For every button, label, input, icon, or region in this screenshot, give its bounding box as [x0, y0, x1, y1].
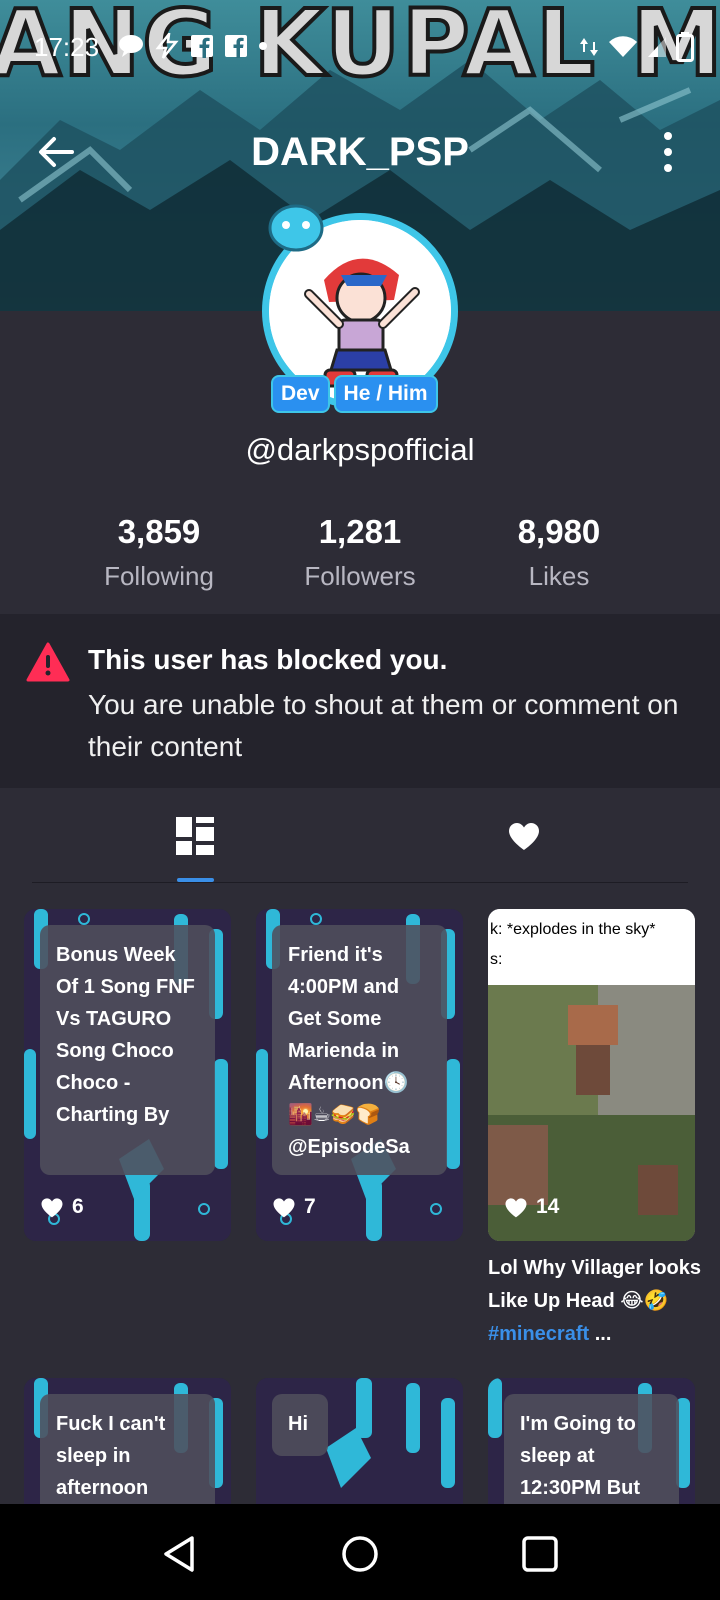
arrows-icon [580, 38, 598, 56]
warning-icon [26, 642, 70, 682]
heart-icon [505, 1197, 527, 1217]
dev-badge: Dev [271, 375, 330, 413]
post-card[interactable]: I'm Going to sleep at 12:30PM But [488, 1378, 695, 1504]
profile-badges: Dev He / Him [271, 375, 438, 413]
system-icons [578, 32, 694, 62]
post-caption: Friend it's 4:00PM and Get Some Marienda… [272, 925, 447, 1175]
post-title-text: Lol Why Villager looks Like Up Head 😂🤣 [488, 1257, 702, 1312]
post-caption: Fuck I can't sleep in afternoon [40, 1394, 215, 1504]
system-nav-bar [0, 1504, 720, 1600]
facebook-icon [225, 35, 247, 58]
bolt-icon [155, 33, 179, 59]
post-card[interactable]: Bonus Week Of 1 Song FNF Vs TAGURO Song … [24, 909, 231, 1241]
stat-following[interactable]: 3,859 Following [59, 513, 259, 592]
more-options-icon[interactable] [660, 132, 676, 172]
likes-count: 6 [72, 1195, 84, 1218]
post-likes: 7 [272, 1195, 316, 1219]
post-title[interactable]: Lol Why Villager looks Like Up Head 😂🤣 #… [488, 1252, 703, 1351]
gamepad-badge-icon [268, 204, 324, 252]
post-card[interactable]: Friend it's 4:00PM and Get Some Marienda… [256, 909, 463, 1241]
post-caption: Hi [272, 1394, 328, 1456]
heart-icon [273, 1197, 295, 1217]
blocked-notice: This user has blocked you. You are unabl… [0, 614, 720, 788]
heart-icon [41, 1197, 63, 1217]
post-likes: 6 [40, 1195, 84, 1219]
stat-label: Followers [304, 561, 416, 591]
likes-count: 14 [536, 1195, 560, 1218]
heart-icon [509, 823, 539, 850]
back-triangle-icon[interactable] [160, 1534, 200, 1574]
meme-line: s: [490, 951, 503, 968]
stat-label: Following [104, 561, 214, 591]
notice-body: You are unable to shout at them or comme… [88, 689, 679, 762]
post-card[interactable]: Hi [256, 1378, 463, 1504]
stat-value: 1,281 [318, 513, 402, 550]
notice-title: This user has blocked you. [88, 644, 448, 675]
stat-value: 8,980 [517, 513, 601, 550]
dot-icon [259, 42, 267, 50]
stat-followers[interactable]: 1,281 Followers [260, 513, 460, 592]
status-bar: 17:23 [0, 0, 720, 96]
content-tabs [0, 788, 720, 884]
stat-likes[interactable]: 8,980 Likes [459, 513, 659, 592]
post-likes: 14 [504, 1195, 559, 1219]
tab-posts[interactable] [145, 788, 245, 884]
facebook-icon [191, 35, 213, 58]
hashtag-link[interactable]: #minecraft [488, 1323, 589, 1345]
tab-divider [32, 882, 688, 883]
stat-value: 3,859 [117, 513, 201, 550]
signal-icon [648, 37, 666, 57]
meme-line: k: *explodes in the sky* [490, 921, 656, 938]
post-caption: Bonus Week Of 1 Song FNF Vs TAGURO Song … [40, 925, 215, 1175]
username-handle: @darkpspofficial [245, 432, 475, 467]
battery-icon [676, 32, 694, 62]
likes-count: 7 [304, 1195, 316, 1218]
status-time: 17:23 [34, 32, 100, 62]
profile-screen: ANG KUPAL MO 17:23 DARK_PSP [0, 0, 720, 1600]
notification-icons [118, 33, 268, 59]
post-card[interactable]: Fuck I can't sleep in afternoon [24, 1378, 231, 1504]
wifi-icon [609, 36, 637, 57]
post-card[interactable]: k: *explodes in the sky* s: 14 [488, 909, 695, 1241]
tab-likes[interactable] [474, 788, 574, 884]
chat-bubble-icon [119, 35, 143, 57]
page-title: DARK_PSP [251, 130, 469, 174]
meme-caption: k: *explodes in the sky* s: [488, 909, 695, 985]
ellipsis: ... [589, 1323, 612, 1345]
post-caption: I'm Going to sleep at 12:30PM But [504, 1394, 679, 1504]
pronouns-badge: He / Him [333, 375, 438, 413]
grid-icon [176, 817, 214, 855]
recents-square-icon[interactable] [520, 1534, 560, 1574]
stat-label: Likes [528, 561, 590, 591]
home-circle-icon[interactable] [340, 1534, 380, 1574]
